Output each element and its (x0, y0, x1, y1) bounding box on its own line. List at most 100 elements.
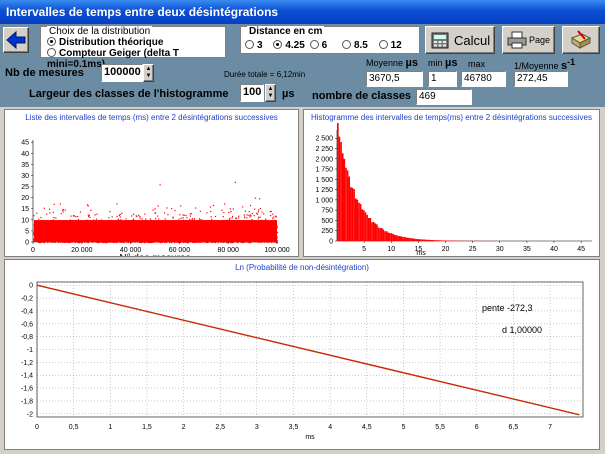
distance-option-12[interactable]: 12 (378, 40, 402, 51)
spin-up-icon[interactable]: ▲ (268, 86, 274, 93)
back-button[interactable] (3, 27, 29, 53)
calcul-button[interactable]: Calcul (425, 26, 495, 54)
largeur-spinner[interactable]: ▲ ▼ (265, 84, 276, 102)
scatter-point (84, 231, 87, 234)
y-tick-label: 35 (21, 162, 29, 169)
scatter-point (231, 235, 233, 237)
scatter-point (230, 230, 233, 232)
scatter-point (153, 219, 156, 222)
distribution-option-theorique[interactable]: Distribution théorique (47, 37, 163, 48)
scatter-point (137, 222, 139, 224)
x-tick-label: 2,5 (215, 424, 225, 431)
scatter-point (194, 235, 196, 237)
scatter-point (258, 241, 260, 244)
scatter-point (115, 236, 117, 238)
distance-option-8-5[interactable]: 8.5 (341, 40, 368, 51)
scatter-point (136, 215, 138, 218)
distance-option-6[interactable]: 6 (309, 40, 327, 51)
distance-option-4-25[interactable]: 4.25 (273, 40, 305, 51)
scatter-point (92, 233, 94, 235)
scatter-point (131, 226, 133, 228)
histogram-bar (387, 232, 390, 241)
scatter-point (112, 232, 114, 234)
scatter-point (211, 235, 213, 237)
x-tick-label: 6 (475, 424, 479, 431)
nombre-classes-value: 469 (416, 89, 472, 105)
x-tick-label: 45 (577, 246, 585, 253)
scatter-point (249, 216, 251, 218)
scatter-point (68, 228, 70, 230)
scatter-point (269, 225, 271, 227)
histogram-bar (377, 227, 380, 241)
scatter-point (272, 217, 274, 219)
scatter-point (137, 228, 139, 230)
scatter-point (249, 225, 251, 228)
scatter-point (248, 239, 251, 241)
scatter-point (166, 207, 168, 209)
largeur-input[interactable]: 100 (240, 84, 264, 102)
scatter-point (105, 240, 107, 242)
radio-geiger[interactable] (47, 48, 56, 57)
scatter-point (219, 234, 221, 236)
scatter-point (59, 235, 61, 237)
scatter-point (264, 218, 267, 220)
scatter-point (165, 228, 168, 230)
scatter-point (107, 239, 109, 241)
scatter-point (87, 215, 90, 218)
scatter-point (70, 229, 72, 231)
scatter-point (218, 223, 221, 225)
scatter-point (127, 238, 129, 240)
scatter-point (102, 238, 104, 241)
scatter-point (49, 228, 51, 230)
scatter-point (97, 230, 99, 232)
scatter-point (251, 237, 253, 239)
scatter-point (273, 216, 275, 218)
scatter-point (183, 237, 186, 239)
scatter-point (113, 233, 115, 235)
scatter-point (228, 240, 231, 242)
nb-mesures-spinner[interactable]: ▲ ▼ (143, 64, 154, 82)
scatter-point (245, 224, 248, 226)
scatter-point (224, 235, 226, 237)
scatter-point (85, 219, 88, 221)
scatter-point (75, 240, 77, 242)
scatter-point (216, 225, 218, 227)
radio-theorique[interactable] (47, 37, 56, 46)
scatter-point (137, 232, 139, 235)
scatter-point (237, 230, 239, 232)
scatter-point (163, 229, 165, 231)
scatter-point (249, 214, 251, 216)
nb-mesures-input[interactable]: 100000 (101, 64, 143, 82)
scatter-point (273, 231, 275, 233)
scatter-point (157, 205, 159, 207)
scatter-point (203, 227, 206, 229)
distribution-title: Choix de la distribution (47, 26, 153, 37)
scatter-point (210, 210, 212, 213)
scatter-point (200, 241, 202, 243)
spin-down-icon[interactable]: ▼ (268, 93, 274, 100)
scatter-point (101, 224, 104, 226)
scatter-point (107, 223, 109, 225)
scatter-point (188, 236, 190, 238)
scatter-point (136, 237, 138, 239)
distance-option-3[interactable]: 3 (245, 40, 263, 51)
scatter-point (104, 235, 107, 237)
scatter-point (216, 229, 218, 231)
scatter-point (138, 222, 140, 225)
moyenne-label: Moyenne µs (366, 57, 419, 69)
scatter-point (104, 233, 106, 235)
scatter-point (229, 229, 231, 231)
scatter-point (54, 233, 57, 235)
scatter-point (90, 209, 92, 211)
spin-down-icon[interactable]: ▼ (146, 73, 152, 80)
histogram-bar (379, 228, 381, 241)
page-button[interactable]: Page (502, 26, 555, 54)
scatter-point (124, 238, 126, 241)
scatter-point (103, 241, 105, 243)
tools-button[interactable] (562, 26, 600, 54)
histogram-bar (395, 235, 398, 241)
histogram-bar (423, 239, 425, 241)
scatter-point (190, 236, 192, 238)
scatter-point (154, 230, 156, 233)
spin-up-icon[interactable]: ▲ (146, 66, 152, 73)
